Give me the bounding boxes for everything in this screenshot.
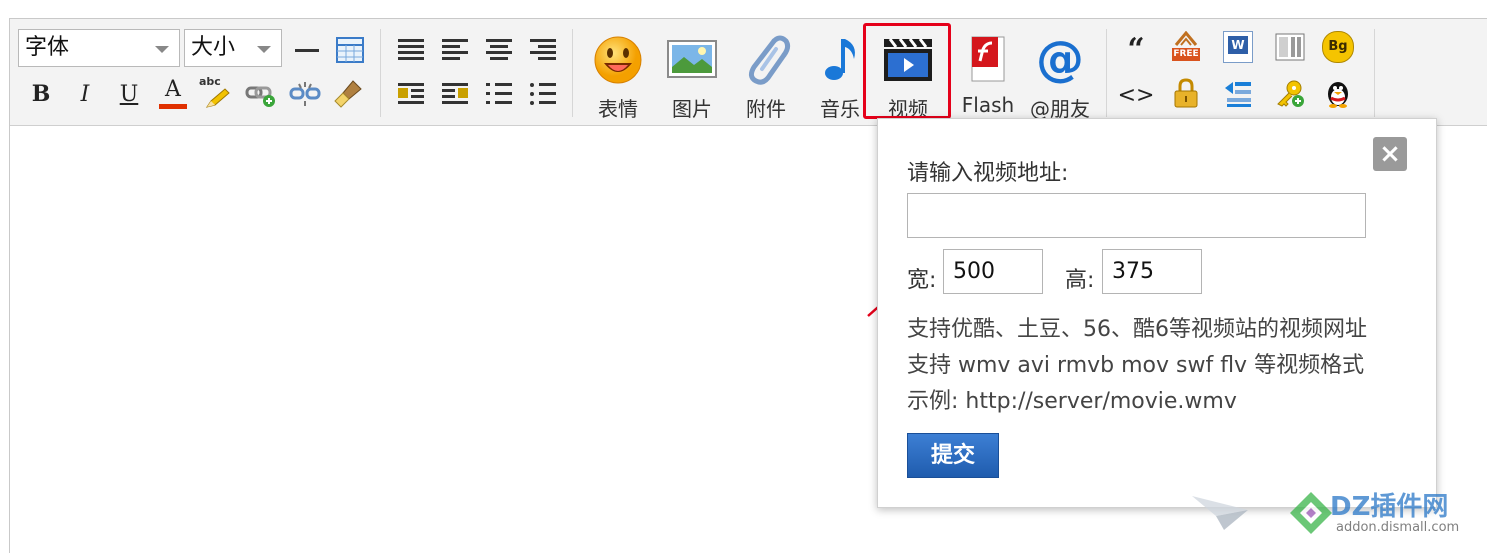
video-url-input[interactable] xyxy=(907,193,1366,238)
paper-plane-icon xyxy=(1192,496,1248,530)
free-icon[interactable]: FREE xyxy=(1170,30,1202,63)
float-right-icon[interactable] xyxy=(438,77,472,111)
table-icon[interactable] xyxy=(333,33,367,67)
unordered-list-icon[interactable] xyxy=(526,77,560,111)
toolbar-button-image[interactable]: 图片 xyxy=(658,27,726,123)
font-family-select[interactable]: 字体 xyxy=(18,29,180,67)
music-note-icon xyxy=(825,39,855,80)
italic-glyph: I xyxy=(80,81,90,107)
free-glyph: FREE xyxy=(1172,48,1200,61)
image-icon xyxy=(667,40,717,78)
align-left-icon[interactable] xyxy=(438,33,472,67)
smiley-icon xyxy=(594,36,642,84)
svg-text:@: @ xyxy=(1036,33,1084,85)
width-label: 宽: xyxy=(907,268,937,293)
qq-penguin-icon[interactable] xyxy=(1322,77,1354,109)
font-color-glyph: A xyxy=(165,77,181,102)
width-input[interactable]: 500 xyxy=(943,249,1043,294)
font-size-select-value: 大小 xyxy=(191,35,236,60)
float-left-icon[interactable] xyxy=(394,77,428,111)
italic-icon[interactable]: I xyxy=(68,77,102,111)
chevron-down-icon xyxy=(257,46,271,53)
toolbar-separator xyxy=(572,29,573,117)
editor-toolbar: 字体 大小 B I U A abc 表情 图片 附件 音乐 视频 Flash @… xyxy=(10,19,1487,126)
hide-content-icon[interactable] xyxy=(1222,77,1254,109)
toolbar-button-mention[interactable]: @ @朋友 xyxy=(1026,27,1094,123)
dialog-title: 请输入视频地址: xyxy=(907,161,1069,186)
underline-glyph: U xyxy=(119,81,139,107)
flash-icon xyxy=(971,36,1005,82)
paperclip-icon xyxy=(748,35,791,85)
font-color-icon[interactable]: A xyxy=(156,77,190,111)
submit-button[interactable]: 提交 xyxy=(907,433,999,478)
lock-icon[interactable] xyxy=(1170,77,1202,109)
watermark-title: DZ插件网 xyxy=(1330,492,1449,522)
quote-icon[interactable]: “ xyxy=(1120,31,1152,67)
columns-icon[interactable] xyxy=(1274,31,1306,63)
toolbar-separator xyxy=(1374,29,1375,117)
quote-glyph: “ xyxy=(1127,31,1145,67)
underline-icon[interactable]: U xyxy=(112,77,146,111)
toolbar-button-smiley[interactable]: 表情 xyxy=(584,27,652,123)
dz-logo-icon xyxy=(1290,492,1332,534)
height-input[interactable]: 375 xyxy=(1102,249,1202,294)
clear-format-icon[interactable] xyxy=(332,77,366,111)
bold-glyph: B xyxy=(31,81,51,107)
word-paste-icon[interactable]: W xyxy=(1222,31,1254,63)
font-family-select-value: 字体 xyxy=(25,35,70,60)
video-button-highlight xyxy=(863,23,951,119)
height-label: 高: xyxy=(1065,268,1095,293)
background-color-icon[interactable]: Bg xyxy=(1322,31,1354,63)
link-icon[interactable] xyxy=(244,77,278,111)
key-plus-icon[interactable] xyxy=(1274,77,1306,109)
code-glyph: <> xyxy=(1117,82,1155,108)
help-text-example: 示例: http://server/movie.wmv xyxy=(907,389,1237,414)
toolbar-button-attachment[interactable]: 附件 xyxy=(732,27,800,123)
word-glyph: W xyxy=(1228,36,1248,54)
align-justify-icon[interactable] xyxy=(394,33,428,67)
code-icon[interactable]: <> xyxy=(1117,79,1155,111)
font-size-select[interactable]: 大小 xyxy=(184,29,282,67)
ordered-list-icon[interactable] xyxy=(482,77,516,111)
watermark: DZ插件网 addon.dismall.com xyxy=(1190,486,1480,546)
chevron-down-icon xyxy=(155,46,169,53)
video-url-dialog: 请输入视频地址: × 宽: 500 高: 375 支持优酷、土豆、56、酷6等视… xyxy=(877,118,1437,508)
toolbar-separator xyxy=(380,29,381,117)
unlink-icon[interactable] xyxy=(288,77,322,111)
align-center-icon[interactable] xyxy=(482,33,516,67)
spellcheck-icon[interactable]: abc xyxy=(198,75,232,111)
help-text-sites: 支持优酷、土豆、56、酷6等视频站的视频网址 xyxy=(907,317,1367,342)
watermark-url: addon.dismall.com xyxy=(1336,520,1460,535)
at-icon: @ xyxy=(1036,33,1084,85)
help-text-formats: 支持 wmv avi rmvb mov swf flv 等视频格式 xyxy=(907,353,1365,378)
bold-icon[interactable]: B xyxy=(24,77,58,111)
bg-glyph: Bg xyxy=(1322,31,1354,63)
horizontal-rule-icon[interactable] xyxy=(290,33,324,67)
close-icon[interactable]: × xyxy=(1373,137,1407,171)
align-right-icon[interactable] xyxy=(526,33,560,67)
toolbar-button-flash[interactable]: Flash xyxy=(954,27,1022,123)
toolbar-separator xyxy=(1106,29,1107,117)
